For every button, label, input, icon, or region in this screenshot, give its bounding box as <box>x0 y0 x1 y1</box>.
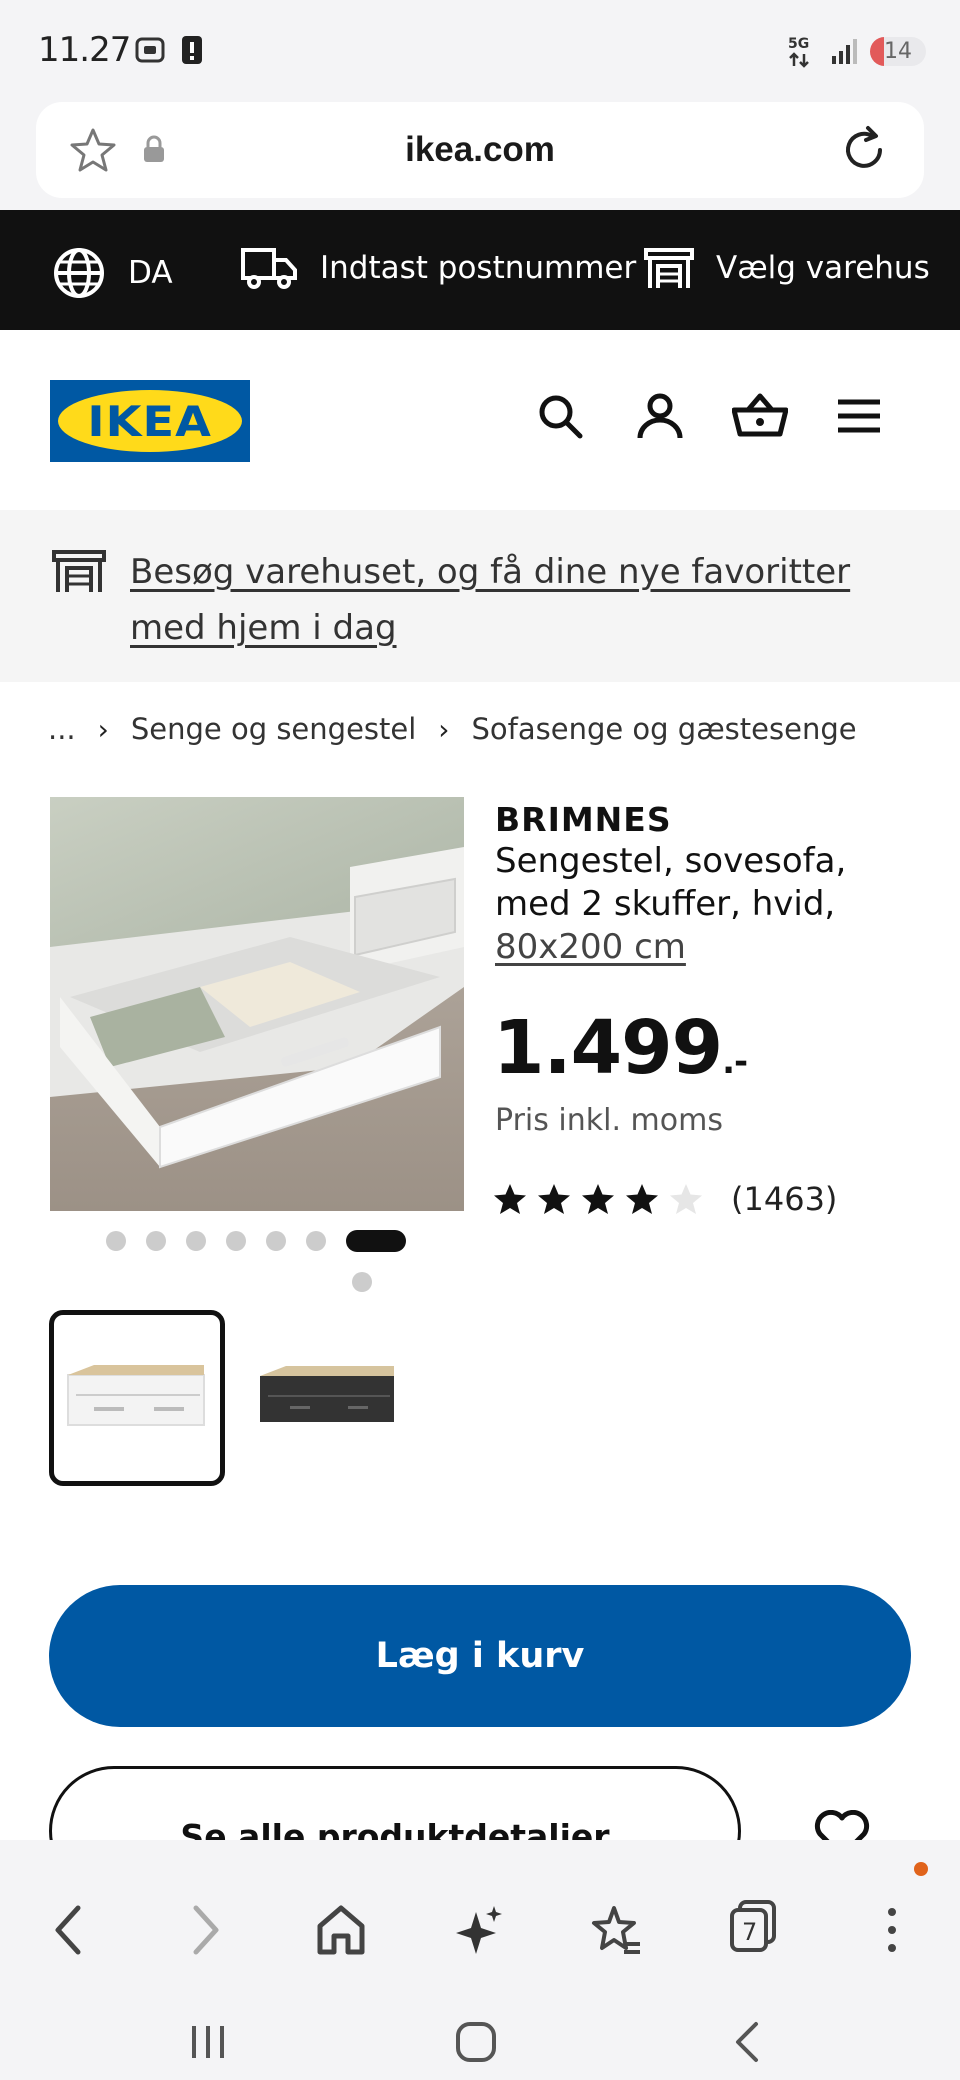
rating-stars <box>493 1182 703 1216</box>
review-count: (1463) <box>731 1180 838 1218</box>
url-bar[interactable]: ikea.com <box>36 102 924 198</box>
menu-icon[interactable] <box>836 392 882 440</box>
status-bar: 11.27 5G 14 <box>0 0 960 100</box>
status-right: 5G 14 <box>786 34 926 68</box>
star-filled-icon <box>494 1184 526 1214</box>
back-arrow-icon[interactable] <box>48 1900 88 1960</box>
breadcrumb-item[interactable]: Senge og sengestel <box>131 712 416 746</box>
language-selector[interactable]: DA <box>52 246 173 300</box>
carousel-dot[interactable] <box>346 1230 406 1252</box>
store-selector[interactable]: Vælg varehus <box>644 246 930 290</box>
product-photo-drawing <box>50 797 464 1211</box>
recent-apps-icon[interactable] <box>186 2020 230 2064</box>
screenshot-icon <box>135 37 165 63</box>
home-button-icon[interactable] <box>454 2020 498 2064</box>
utility-nav: DA Indtast postnummer Vælg varehus <box>0 210 960 330</box>
breadcrumb-item[interactable]: Sofasenge og gæstesenge <box>472 712 857 746</box>
variant-white-thumbnail[interactable] <box>49 1310 225 1486</box>
user-account-icon[interactable] <box>636 392 684 440</box>
delivery-truck-icon <box>241 248 297 289</box>
white-bed-drawing <box>67 1365 205 1426</box>
shopping-basket-icon[interactable] <box>732 392 788 440</box>
browser-toolbar: 7 <box>0 1840 960 2080</box>
black-bed-drawing <box>260 1366 394 1422</box>
language-label: DA <box>128 255 173 291</box>
ikea-logo[interactable]: IKEA <box>50 380 250 462</box>
alert-icon <box>182 36 202 64</box>
store-visit-banner: Besøg varehuset, og få dine nye favoritt… <box>0 510 960 682</box>
postcode-selector[interactable]: Indtast postnummer <box>240 246 636 290</box>
tab-count: 7 <box>742 1918 758 1946</box>
store-icon <box>644 248 694 288</box>
site-header: IKEA <box>0 330 960 510</box>
product-rating[interactable]: (1463) <box>493 1180 837 1218</box>
search-icon[interactable] <box>536 392 584 440</box>
carousel-dot[interactable] <box>226 1231 246 1251</box>
system-back-icon[interactable] <box>726 2020 770 2064</box>
carousel-dot[interactable] <box>266 1231 286 1251</box>
star-filled-icon <box>626 1184 658 1214</box>
product-name: BRIMNES <box>495 800 672 839</box>
5g-signal-icon: 5G <box>788 36 809 68</box>
vat-note: Pris inkl. moms <box>495 1103 723 1138</box>
status-left-icons <box>134 34 204 66</box>
globe-icon <box>54 248 104 298</box>
ai-sparkle-icon[interactable] <box>454 1900 506 1960</box>
logo-text: IKEA <box>87 396 213 446</box>
product-size-link[interactable]: 80x200 cm <box>495 927 686 967</box>
postcode-label: Indtast postnummer <box>320 250 637 286</box>
breadcrumb: ... › Senge og sengestel › Sofasenge og … <box>48 712 857 746</box>
star-filled-icon <box>538 1184 570 1214</box>
store-label: Vælg varehus <box>716 250 930 286</box>
more-options-icon[interactable] <box>872 1900 912 1960</box>
variant-black-thumbnail[interactable] <box>244 1310 420 1486</box>
carousel-dot[interactable] <box>146 1231 166 1251</box>
reload-icon[interactable] <box>838 124 890 176</box>
carousel-dot[interactable] <box>186 1231 206 1251</box>
star-empty-icon <box>670 1184 702 1214</box>
carousel-dot[interactable] <box>306 1231 326 1251</box>
url-bar-area: ikea.com <box>0 100 960 210</box>
breadcrumb-ellipsis[interactable]: ... <box>48 712 76 746</box>
carousel-dot[interactable] <box>106 1231 126 1251</box>
chevron-right-icon: › <box>438 712 450 746</box>
store-icon <box>52 550 106 592</box>
price-suffix: .- <box>722 1042 748 1082</box>
carousel-dot[interactable] <box>352 1272 372 1292</box>
product-price: 1.499.- <box>493 1005 748 1091</box>
product-image[interactable] <box>50 797 464 1211</box>
add-to-cart-button[interactable]: Læg i kurv <box>49 1585 911 1727</box>
price-value: 1.499 <box>493 1005 723 1091</box>
logo-oval: IKEA <box>58 390 242 452</box>
url-text[interactable]: ikea.com <box>36 130 924 170</box>
svg-text:5G: 5G <box>788 36 809 52</box>
battery-indicator: 14 <box>870 36 926 66</box>
tabs-button[interactable]: 7 <box>728 1898 778 1958</box>
home-icon[interactable] <box>316 1900 366 1960</box>
chevron-right-icon: › <box>97 712 109 746</box>
store-banner-link[interactable]: Besøg varehuset, og få dine nye favoritt… <box>130 544 920 656</box>
status-time: 11.27 <box>38 30 131 70</box>
carousel-dots <box>106 1230 406 1292</box>
cell-signal-icon <box>832 39 857 64</box>
product-description: Sengestel, sovesofa, med 2 skuffer, hvid… <box>495 841 847 924</box>
bookmarks-star-icon[interactable] <box>590 1900 642 1960</box>
forward-arrow-icon[interactable] <box>186 1900 226 1960</box>
star-filled-icon <box>582 1184 614 1214</box>
notification-dot <box>914 1862 928 1876</box>
